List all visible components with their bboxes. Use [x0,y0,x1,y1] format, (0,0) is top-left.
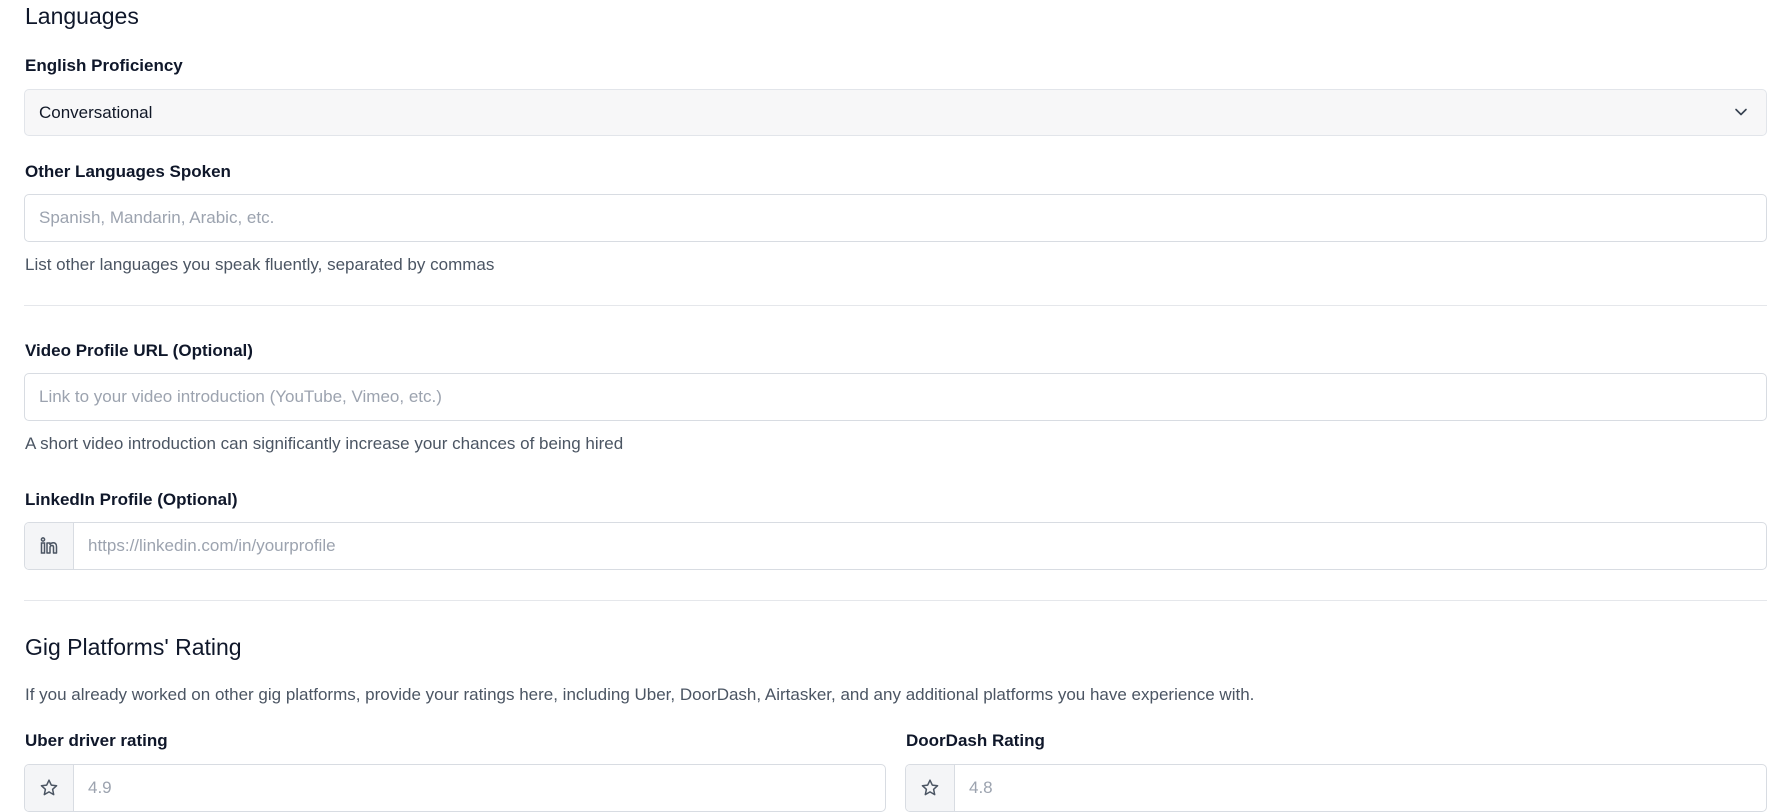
video-profile-input[interactable] [24,373,1767,421]
video-profile-label: Video Profile URL (Optional) [25,341,253,360]
star-icon [906,765,955,811]
languages-heading: Languages [25,3,139,29]
english-proficiency-select[interactable]: Conversational [24,89,1767,136]
linkedin-icon [25,523,74,569]
section-divider [24,600,1767,601]
star-icon [25,765,74,811]
section-divider [24,305,1767,306]
other-languages-label: Other Languages Spoken [25,162,231,181]
linkedin-profile-input[interactable] [74,523,1766,569]
linkedin-profile-label: LinkedIn Profile (Optional) [25,490,238,509]
uber-rating-input-group [24,764,886,812]
linkedin-input-group [24,522,1767,570]
chevron-down-icon [1735,108,1747,116]
uber-rating-input[interactable] [74,765,885,811]
gig-platforms-description: If you already worked on other gig platf… [25,685,1255,704]
other-languages-input[interactable] [24,194,1767,242]
english-proficiency-value: Conversational [39,102,153,122]
doordash-rating-input[interactable] [955,765,1766,811]
other-languages-help: List other languages you speak fluently,… [25,255,495,274]
doordash-rating-label: DoorDash Rating [906,731,1045,750]
uber-rating-label: Uber driver rating [25,731,168,750]
gig-platforms-heading: Gig Platforms' Rating [25,634,242,660]
video-profile-help: A short video introduction can significa… [25,434,624,453]
profile-form: Languages English Proficiency Conversati… [0,0,1788,812]
doordash-rating-input-group [905,764,1767,812]
english-proficiency-label: English Proficiency [25,56,183,75]
